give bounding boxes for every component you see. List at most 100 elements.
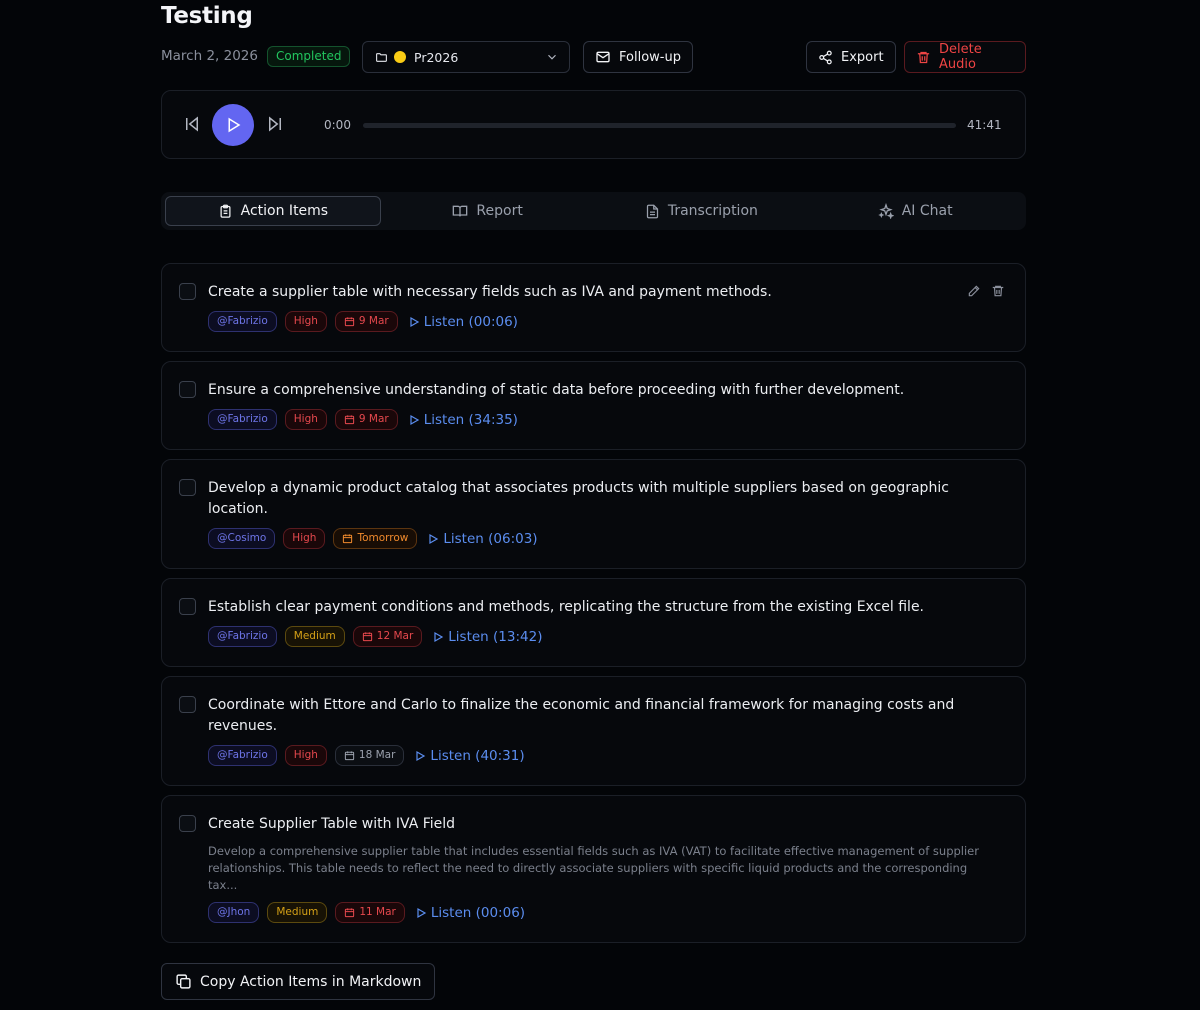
copy-icon [175, 973, 192, 990]
tab-ai-chat[interactable]: AI Chat [808, 196, 1022, 226]
edit-icon[interactable] [967, 284, 981, 298]
play-icon [414, 750, 426, 762]
calendar-icon [344, 750, 355, 761]
listen-link[interactable]: Listen (40:31) [414, 748, 525, 764]
due-date-label: 9 Mar [358, 315, 389, 327]
due-date-tag[interactable]: 9 Mar [334, 409, 398, 430]
mail-icon [595, 49, 611, 65]
export-button[interactable]: Export [806, 41, 896, 73]
item-checkbox[interactable] [179, 696, 196, 713]
action-item: Develop a dynamic product catalog that a… [161, 459, 1026, 569]
listen-link[interactable]: Listen (13:42) [432, 629, 542, 645]
due-date-tag[interactable]: 18 Mar [334, 745, 405, 766]
listen-label: Listen (13:42) [448, 628, 543, 645]
due-date-label: Tomorrow [357, 532, 409, 544]
listen-label: Listen (00:06) [423, 313, 518, 330]
meta-row: March 2, 2026 Completed Pr2026 Follow-up… [161, 41, 1026, 73]
assignee-tag[interactable]: @Fabrizio [208, 311, 277, 332]
copy-markdown-label: Copy Action Items in Markdown [200, 973, 422, 990]
trash-icon[interactable] [991, 284, 1005, 298]
item-tags: @Fabrizio Medium 12 Mar Listen (13:42) [208, 626, 1005, 647]
tab-report[interactable]: Report [381, 196, 595, 226]
item-tags: @Jhon Medium 11 Mar Listen (00:06) [208, 902, 1005, 923]
folder-color-dot [394, 51, 406, 63]
tab-label: Report [476, 203, 523, 219]
item-checkbox[interactable] [179, 598, 196, 615]
play-icon [408, 414, 420, 426]
document-icon [645, 204, 660, 219]
audio-player: 0:00 41:41 [161, 90, 1026, 159]
calendar-icon [362, 631, 373, 642]
calendar-icon [344, 907, 355, 918]
share-icon [818, 50, 833, 65]
export-label: Export [841, 49, 884, 65]
item-checkbox[interactable] [179, 815, 196, 832]
assignee-tag[interactable]: @Fabrizio [208, 626, 277, 647]
action-item: Coordinate with Ettore and Carlo to fina… [161, 676, 1026, 786]
assignee-tag[interactable]: @Cosimo [208, 528, 276, 549]
item-checkbox[interactable] [179, 283, 196, 300]
item-text: Create a supplier table with necessary f… [208, 284, 772, 300]
priority-tag[interactable]: High [284, 745, 327, 766]
due-date-tag[interactable]: 9 Mar [334, 311, 398, 332]
priority-tag[interactable]: Medium [267, 902, 328, 923]
item-checkbox[interactable] [179, 381, 196, 398]
play-button[interactable] [212, 104, 254, 146]
status-badge: Completed [267, 46, 351, 67]
skip-back-icon[interactable] [183, 115, 201, 133]
folder-select[interactable]: Pr2026 [362, 41, 570, 73]
listen-link[interactable]: Listen (00:06) [415, 905, 525, 921]
tab-label: Action Items [240, 203, 329, 219]
assignee-tag[interactable]: @Jhon [208, 902, 260, 923]
due-date-label: 11 Mar [359, 906, 396, 918]
trash-icon [916, 50, 931, 65]
delete-audio-button[interactable]: Delete Audio [904, 41, 1026, 73]
due-date-tag[interactable]: Tomorrow [333, 528, 418, 549]
priority-tag[interactable]: Medium [284, 626, 345, 647]
item-text: Develop a dynamic product catalog that a… [208, 480, 949, 517]
recording-date: March 2, 2026 [161, 48, 258, 64]
folder-icon [375, 51, 388, 64]
listen-link[interactable]: Listen (34:35) [408, 412, 518, 428]
calendar-icon [344, 414, 355, 425]
current-time: 0:00 [324, 118, 351, 132]
total-time: 41:41 [967, 118, 1002, 132]
tab-action-items[interactable]: Action Items [165, 196, 381, 226]
follow-up-button[interactable]: Follow-up [583, 41, 693, 73]
priority-tag[interactable]: High [284, 409, 327, 430]
play-icon [408, 316, 420, 328]
tab-transcription[interactable]: Transcription [595, 196, 809, 226]
item-tags: @Fabrizio High 9 Mar Listen (34:35) [208, 409, 1005, 430]
copy-markdown-button[interactable]: Copy Action Items in Markdown [161, 963, 436, 1000]
play-icon [432, 631, 444, 643]
listen-label: Listen (00:06) [430, 904, 526, 921]
play-icon [224, 116, 242, 134]
tab-label: Transcription [667, 203, 758, 219]
calendar-icon [344, 316, 355, 327]
item-text: Ensure a comprehensive understanding of … [208, 382, 905, 398]
priority-tag[interactable]: High [283, 528, 326, 549]
tab-label: AI Chat [901, 203, 953, 219]
item-checkbox[interactable] [179, 479, 196, 496]
item-description: Develop a comprehensive supplier table t… [208, 844, 979, 892]
action-item: Create Supplier Table with IVA Field Dev… [161, 795, 1026, 943]
priority-tag[interactable]: High [284, 311, 327, 332]
action-item: Establish clear payment conditions and m… [161, 578, 1026, 667]
listen-link[interactable]: Listen (00:06) [408, 314, 518, 330]
assignee-tag[interactable]: @Fabrizio [208, 745, 277, 766]
chevron-down-icon [545, 50, 559, 64]
action-item: Create a supplier table with necessary f… [161, 263, 1026, 352]
due-date-tag[interactable]: 12 Mar [352, 626, 423, 647]
progress-slider[interactable] [363, 123, 956, 128]
clipboard-icon [218, 204, 233, 219]
folder-name: Pr2026 [414, 49, 459, 65]
skip-forward-icon[interactable] [266, 115, 284, 133]
assignee-tag[interactable]: @Fabrizio [208, 409, 277, 430]
due-date-tag[interactable]: 11 Mar [335, 902, 405, 923]
due-date-label: 12 Mar [376, 630, 414, 642]
item-tags: @Cosimo High Tomorrow Listen (06:03) [208, 528, 1005, 549]
listen-label: Listen (06:03) [443, 530, 538, 547]
listen-link[interactable]: Listen (06:03) [427, 530, 538, 547]
action-items-list: Create a supplier table with necessary f… [161, 263, 1026, 952]
due-date-label: 9 Mar [358, 413, 389, 425]
